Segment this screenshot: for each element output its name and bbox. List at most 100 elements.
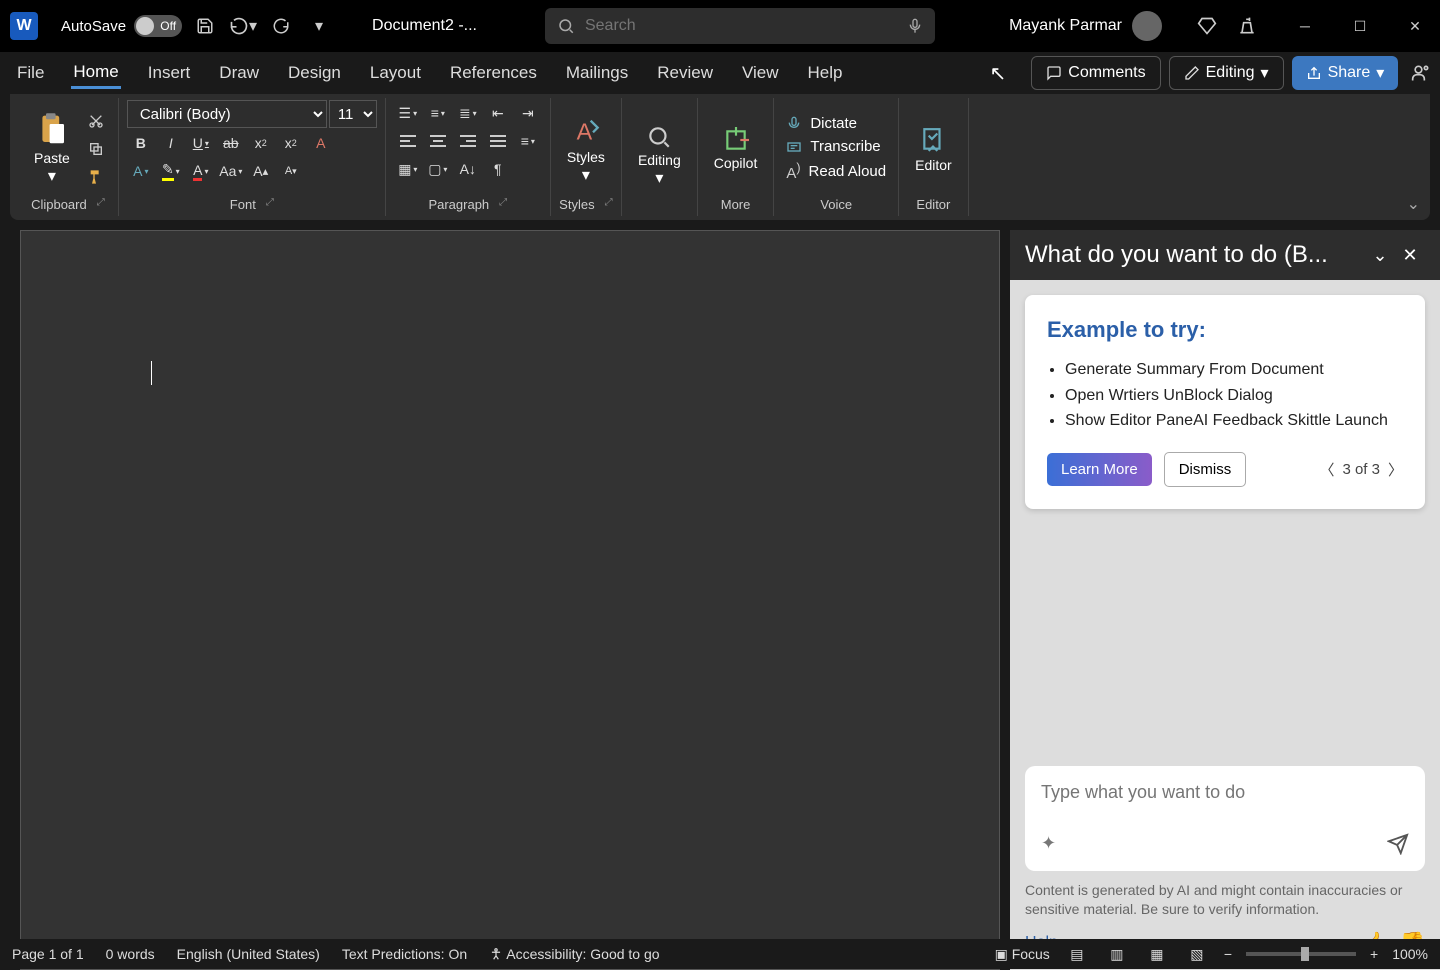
read-aloud-button[interactable]: A)Read Aloud — [782, 159, 890, 184]
text-effects-button[interactable]: A▾ — [127, 158, 155, 184]
tab-layout[interactable]: Layout — [368, 59, 423, 87]
superscript-button[interactable]: x2 — [277, 130, 305, 156]
pane-close-button[interactable]: ✕ — [1395, 240, 1425, 270]
align-left-button[interactable] — [394, 128, 422, 154]
align-right-button[interactable] — [454, 128, 482, 154]
editing-mode-button[interactable]: Editing▾ — [1169, 56, 1284, 90]
justify-button[interactable] — [484, 128, 512, 154]
tab-references[interactable]: References — [448, 59, 539, 87]
learn-more-button[interactable]: Learn More — [1047, 453, 1152, 486]
clear-formatting-icon[interactable]: A — [307, 130, 335, 156]
mic-icon[interactable] — [907, 18, 923, 34]
zoom-in-button[interactable]: + — [1370, 946, 1378, 962]
user-name[interactable]: Mayank Parmar — [1009, 17, 1122, 35]
qat-customize-icon[interactable]: ▾ — [304, 11, 334, 41]
paragraph-launcher[interactable]: ⤢ — [499, 197, 507, 212]
line-spacing-button[interactable]: ≡▾ — [514, 128, 542, 154]
tab-design[interactable]: Design — [286, 59, 343, 87]
status-page[interactable]: Page 1 of 1 — [12, 946, 84, 962]
zoom-out-button[interactable]: − — [1224, 946, 1232, 962]
dictate-button[interactable]: Dictate — [782, 113, 861, 134]
document-name[interactable]: Document2 -... — [372, 17, 477, 35]
pager-next[interactable]: 〉 — [1388, 459, 1403, 480]
underline-button[interactable]: U▾ — [187, 130, 215, 156]
multilevel-button[interactable]: ≣▾ — [454, 100, 482, 126]
comments-button[interactable]: Comments — [1031, 56, 1160, 90]
copy-icon[interactable] — [82, 136, 110, 162]
editor-button[interactable]: Editor — [907, 121, 960, 177]
web-layout-icon[interactable]: ▦ — [1144, 943, 1170, 965]
search-box[interactable] — [545, 8, 935, 44]
shading-button[interactable]: ▦▾ — [394, 156, 422, 182]
styles-button[interactable]: A Styles▾ — [559, 109, 613, 189]
cut-icon[interactable] — [82, 108, 110, 134]
styles-launcher[interactable]: ⤢ — [605, 197, 613, 212]
numbering-button[interactable]: ≡▾ — [424, 100, 452, 126]
align-center-button[interactable] — [424, 128, 452, 154]
minimize-button[interactable]: ─ — [1290, 11, 1320, 41]
tab-help[interactable]: Help — [806, 59, 845, 87]
outline-icon[interactable]: ▧ — [1184, 943, 1210, 965]
highlight-button[interactable]: ✎▾ — [157, 158, 185, 184]
status-accessibility[interactable]: Accessibility: Good to go — [489, 946, 659, 962]
coming-soon-icon[interactable] — [1232, 11, 1262, 41]
status-language[interactable]: English (United States) — [177, 946, 320, 962]
user-avatar[interactable] — [1132, 11, 1162, 41]
tab-view[interactable]: View — [740, 59, 781, 87]
zoom-slider[interactable] — [1246, 952, 1356, 956]
tab-file[interactable]: File — [15, 59, 46, 87]
tab-mailings[interactable]: Mailings — [564, 59, 630, 87]
sort-button[interactable]: A↓ — [454, 156, 482, 182]
increase-indent-button[interactable]: ⇥ — [514, 100, 542, 126]
copilot-button[interactable]: Copilot — [706, 123, 766, 175]
strikethrough-button[interactable]: ab — [217, 130, 245, 156]
borders-button[interactable]: ▢▾ — [424, 156, 452, 182]
clipboard-launcher[interactable]: ⤢ — [97, 197, 105, 212]
subscript-button[interactable]: x2 — [247, 130, 275, 156]
zoom-level[interactable]: 100% — [1392, 946, 1428, 962]
prompt-input[interactable] — [1041, 782, 1409, 816]
redo-icon[interactable] — [266, 11, 296, 41]
collapse-ribbon-button[interactable]: ⌄ — [1407, 194, 1420, 214]
editing-button[interactable]: Editing▾ — [630, 120, 689, 192]
read-mode-icon[interactable]: ▤ — [1064, 943, 1090, 965]
status-words[interactable]: 0 words — [106, 946, 155, 962]
dismiss-button[interactable]: Dismiss — [1164, 452, 1247, 487]
sparkle-icon[interactable]: ✦ — [1041, 833, 1056, 854]
show-marks-button[interactable]: ¶ — [484, 156, 512, 182]
share-button[interactable]: Share▾ — [1292, 56, 1399, 90]
tab-review[interactable]: Review — [655, 59, 715, 87]
autosave-toggle[interactable]: Off — [134, 15, 182, 37]
pager-prev[interactable]: 〈 — [1319, 459, 1334, 480]
font-color-button[interactable]: A▾ — [187, 158, 215, 184]
document-page[interactable] — [20, 230, 1000, 970]
status-predictions[interactable]: Text Predictions: On — [342, 946, 467, 962]
focus-button[interactable]: ▣ Focus — [995, 946, 1050, 963]
paste-button[interactable]: Paste ▾ — [26, 108, 78, 190]
people-icon[interactable] — [1406, 58, 1436, 88]
save-icon[interactable] — [190, 11, 220, 41]
maximize-button[interactable]: ☐ — [1345, 11, 1375, 41]
grow-font-button[interactable]: A▴ — [247, 158, 275, 184]
search-input[interactable] — [585, 17, 907, 35]
tab-draw[interactable]: Draw — [217, 59, 261, 87]
bullets-button[interactable]: ☰▾ — [394, 100, 422, 126]
font-size-select[interactable]: 11 — [329, 100, 377, 128]
transcribe-button[interactable]: Transcribe — [782, 136, 884, 157]
undo-icon[interactable]: ▾ — [228, 11, 258, 41]
italic-button[interactable]: I — [157, 130, 185, 156]
font-launcher[interactable]: ⤢ — [266, 197, 274, 212]
format-painter-icon[interactable] — [82, 164, 110, 190]
print-layout-icon[interactable]: ▥ — [1104, 943, 1130, 965]
close-button[interactable]: ✕ — [1400, 11, 1430, 41]
diamond-icon[interactable] — [1192, 11, 1222, 41]
tab-insert[interactable]: Insert — [146, 59, 193, 87]
bold-button[interactable]: B — [127, 130, 155, 156]
shrink-font-button[interactable]: A▾ — [277, 158, 305, 184]
font-name-select[interactable]: Calibri (Body) — [127, 100, 327, 128]
tab-home[interactable]: Home — [71, 58, 120, 89]
pane-collapse-button[interactable]: ⌄ — [1365, 240, 1395, 270]
decrease-indent-button[interactable]: ⇤ — [484, 100, 512, 126]
send-button[interactable] — [1387, 833, 1409, 855]
change-case-button[interactable]: Aa▾ — [217, 158, 245, 184]
